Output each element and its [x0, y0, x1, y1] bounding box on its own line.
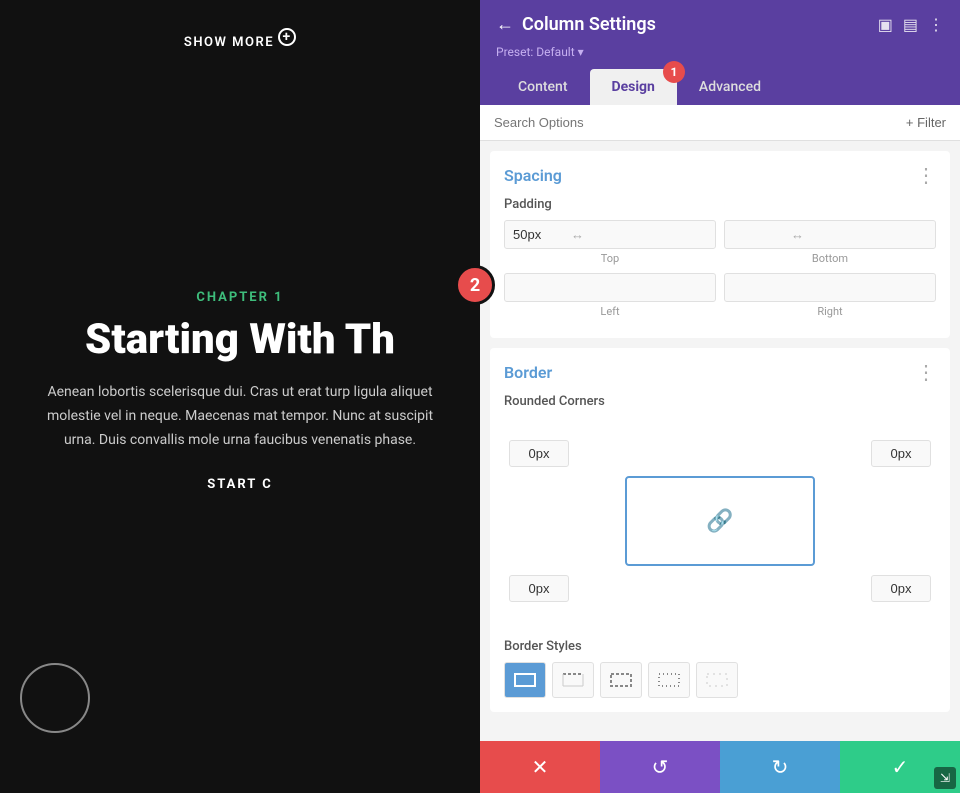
- padding-inputs: ↔ Top ↔ Bottom Left: [504, 220, 936, 318]
- tab-advanced[interactable]: Advanced: [677, 69, 783, 105]
- padding-bottom-group: ↔ Bottom: [724, 220, 936, 265]
- spacing-more-button[interactable]: ⋮: [916, 165, 936, 185]
- padding-right-group: Right: [724, 273, 936, 318]
- right-panel: ← Column Settings ▣ ▤ ⋮ Preset: Default …: [480, 0, 960, 793]
- border-styles-row: [504, 662, 936, 698]
- tab-content[interactable]: Content: [496, 69, 590, 105]
- dashed-all-icon: [609, 672, 633, 688]
- padding-bottom-input[interactable]: [725, 221, 785, 248]
- preset-row[interactable]: Preset: Default ▾: [496, 45, 944, 59]
- panel-title-text: Column Settings: [522, 14, 656, 35]
- padding-top-group: ↔ Top: [504, 220, 716, 265]
- spacing-section-title: Spacing: [504, 166, 562, 185]
- link-icon-top[interactable]: ↔: [565, 227, 590, 243]
- padding-left-wrapper: [504, 273, 716, 302]
- padding-right-input[interactable]: [725, 274, 785, 301]
- solid-border-icon: [513, 672, 537, 688]
- panel-title-actions: ▣ ▤ ⋮: [878, 15, 944, 34]
- show-more-bar[interactable]: SHOW MORE: [0, 20, 480, 70]
- padding-left-input[interactable]: [505, 274, 565, 301]
- padding-bottom-wrapper: ↔: [724, 220, 936, 249]
- chapter-body: Aenean lobortis scelerisque dui. Cras ut…: [0, 381, 480, 452]
- border-style-dashed-all[interactable]: [600, 662, 642, 698]
- resize-handle[interactable]: ⇲: [934, 767, 956, 789]
- padding-top-input[interactable]: [505, 221, 565, 248]
- more-icon[interactable]: ⋮: [928, 15, 944, 34]
- back-icon[interactable]: ←: [496, 14, 514, 35]
- show-more-icon[interactable]: [278, 28, 296, 46]
- padding-top-wrapper: ↔: [504, 220, 716, 249]
- padding-left-group: Left: [504, 273, 716, 318]
- panel-title-left: ← Column Settings: [496, 14, 656, 35]
- corner-bottom-left-input[interactable]: [509, 575, 569, 602]
- link-chain-icon[interactable]: 🔗: [706, 509, 733, 534]
- padding-top-label: Top: [504, 252, 716, 265]
- dashed-top-icon: [561, 672, 585, 688]
- padding-label: Padding: [504, 197, 936, 212]
- border-section-header: Border ⋮: [504, 362, 936, 382]
- tabs-row: Content Design 1 Advanced: [496, 69, 944, 105]
- circle-decoration: [20, 663, 90, 733]
- search-bar: + Filter: [480, 105, 960, 141]
- spacing-section: Spacing ⋮ Padding ↔ Top ↔: [490, 151, 950, 338]
- undo-button[interactable]: ↺: [600, 741, 720, 793]
- no-border-icon: [705, 672, 729, 688]
- dotted-icon: [657, 672, 681, 688]
- expand-icon[interactable]: ▣: [878, 15, 893, 34]
- corner-top-left-input[interactable]: [509, 440, 569, 467]
- corner-bottom-right-input[interactable]: [871, 575, 931, 602]
- spacing-section-header: Spacing ⋮: [504, 165, 936, 185]
- padding-left-label: Left: [504, 305, 716, 318]
- border-style-dashed-top[interactable]: [552, 662, 594, 698]
- tab-design[interactable]: Design 1: [590, 69, 677, 105]
- chapter-label: CHAPTER 1: [196, 290, 283, 305]
- panel-content: + Filter Spacing ⋮ Padding ↔ Top: [480, 105, 960, 741]
- panel-title-row: ← Column Settings ▣ ▤ ⋮: [496, 14, 944, 35]
- rounded-corners-grid: 🔗: [504, 417, 936, 625]
- left-content-area: SHOW MORE CHAPTER 1 Starting With Th Aen…: [0, 0, 480, 793]
- border-section-title: Border: [504, 363, 552, 382]
- redo-button[interactable]: ↻: [720, 741, 840, 793]
- step-badge-2: 2: [455, 265, 495, 305]
- rounded-corners-label: Rounded Corners: [504, 394, 936, 409]
- border-styles-label: Border Styles: [504, 639, 936, 654]
- border-more-button[interactable]: ⋮: [916, 362, 936, 382]
- chapter-title: Starting With Th: [65, 317, 415, 363]
- border-style-solid[interactable]: [504, 662, 546, 698]
- border-style-dotted[interactable]: [648, 662, 690, 698]
- panel-header: ← Column Settings ▣ ▤ ⋮ Preset: Default …: [480, 0, 960, 105]
- border-section: Border ⋮ Rounded Corners 🔗 Border Style: [490, 348, 950, 712]
- border-style-none[interactable]: [696, 662, 738, 698]
- show-more-label: SHOW MORE: [184, 35, 274, 50]
- link-icon-bottom[interactable]: ↔: [785, 227, 810, 243]
- corner-top-right-input[interactable]: [871, 440, 931, 467]
- corner-preview-box: 🔗: [625, 476, 815, 566]
- start-cta: START C: [207, 477, 273, 492]
- cancel-button[interactable]: ✕: [480, 741, 600, 793]
- search-input[interactable]: [494, 115, 898, 130]
- padding-right-label: Right: [724, 305, 936, 318]
- filter-button[interactable]: + Filter: [906, 115, 946, 130]
- bottom-toolbar: ✕ ↺ ↻ ✓: [480, 741, 960, 793]
- padding-bottom-label: Bottom: [724, 252, 936, 265]
- padding-right-wrapper: [724, 273, 936, 302]
- columns-icon[interactable]: ▤: [903, 15, 918, 34]
